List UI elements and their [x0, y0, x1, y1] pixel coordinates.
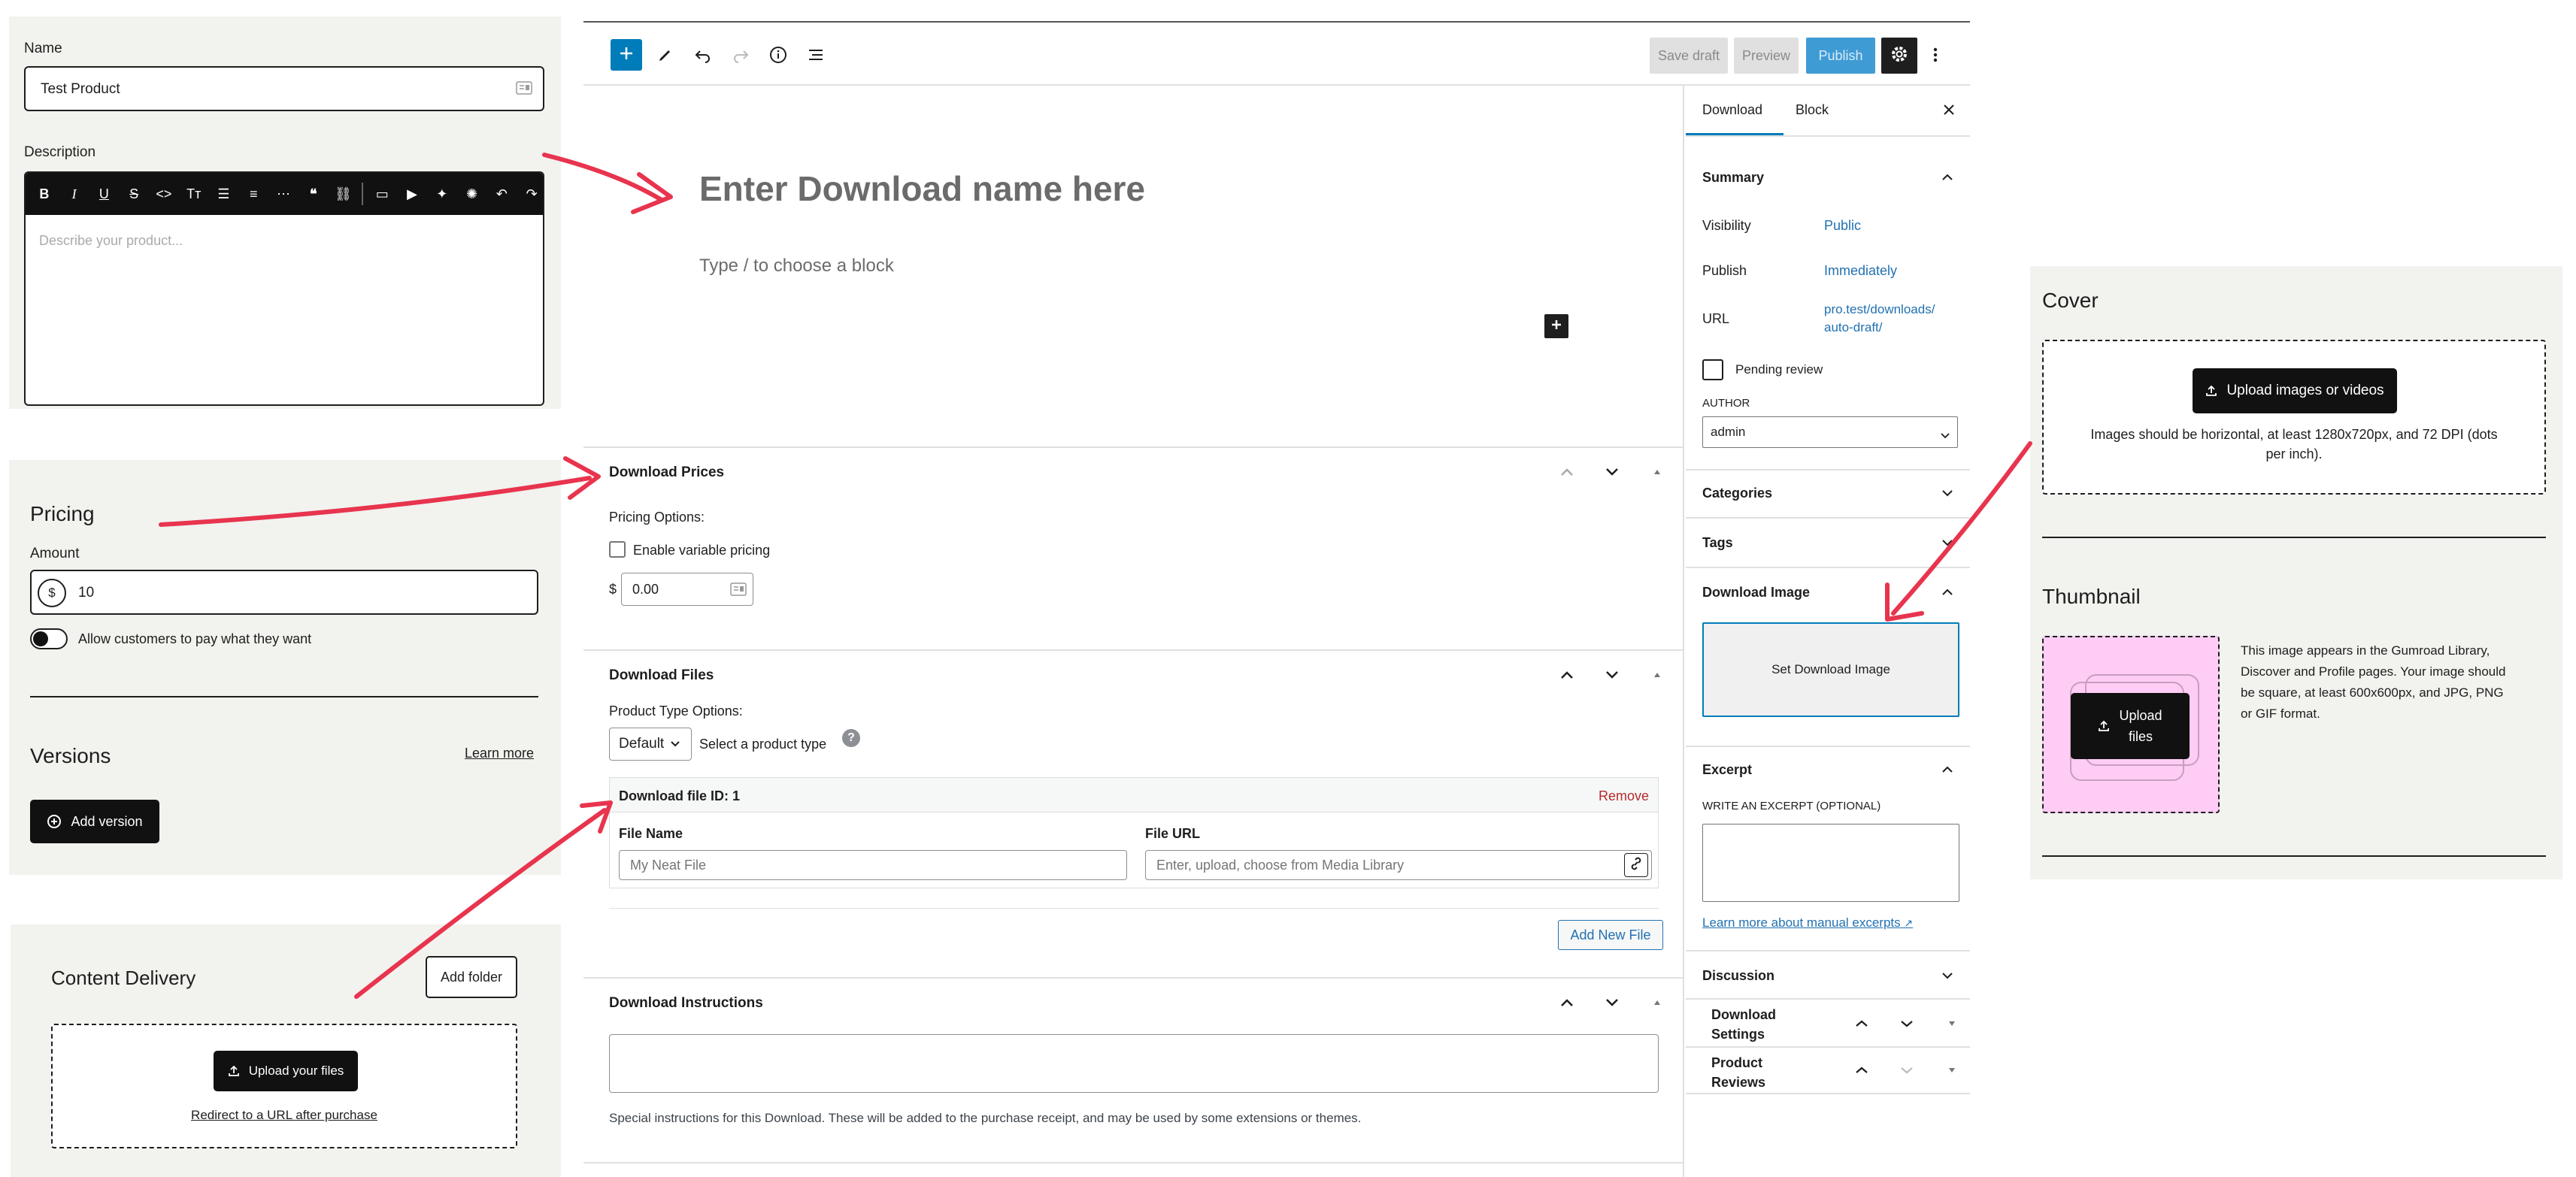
arrow-content-delivery-to-files	[354, 808, 607, 999]
arrow-pricing-to-prices	[159, 476, 592, 527]
arrow-cover-to-download-image	[1891, 441, 2032, 616]
annotation-arrows	[159, 153, 2032, 999]
